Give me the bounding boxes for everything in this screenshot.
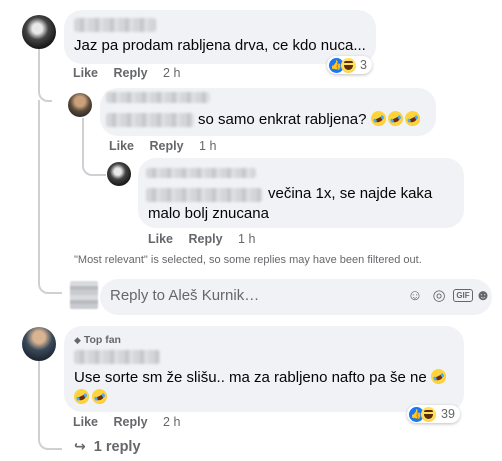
comment-text: Jaz pa prodam rabljena drva, ce kdo nuca… <box>74 37 366 54</box>
reply-input[interactable]: Reply to Aleš Kurnik… ☺ ◎ GIF ☻ <box>100 279 492 315</box>
avatar[interactable] <box>22 327 56 361</box>
view-replies-link[interactable]: ↪ 1 reply <box>74 438 141 455</box>
like-button[interactable]: Like <box>109 139 134 153</box>
camera-icon[interactable]: ◎ <box>430 287 448 305</box>
author-name-redacted[interactable] <box>74 18 156 32</box>
rofl-emoji-icon <box>89 386 110 407</box>
comment-actions: Like Reply 1 h <box>109 139 216 153</box>
reply-placeholder: Reply to Aleš Kurnik… <box>110 287 260 304</box>
mention-redacted[interactable] <box>146 188 262 202</box>
top-fan-badge[interactable]: ◆ Top fan <box>74 334 121 346</box>
reply-button[interactable]: Reply <box>189 232 223 246</box>
comment-text: so samo enkrat rabljena? <box>198 108 423 130</box>
top-fan-icon: ◆ <box>74 335 81 345</box>
haha-reaction-icon <box>421 406 436 422</box>
like-button[interactable]: Like <box>73 66 98 80</box>
sticker-icon[interactable]: ☻ <box>474 287 492 305</box>
rofl-emoji-icon <box>385 108 406 129</box>
comment-emojis <box>71 386 110 408</box>
avatar[interactable] <box>107 162 131 186</box>
rofl-emoji-icon <box>402 108 423 129</box>
gif-icon[interactable]: GIF <box>452 287 474 305</box>
author-name-redacted[interactable] <box>74 350 160 364</box>
timestamp[interactable]: 2 h <box>163 415 180 429</box>
comment-text: Use sorte sm že slišu.. ma za rabljeno n… <box>74 366 449 388</box>
mention-redacted[interactable] <box>106 113 194 127</box>
timestamp[interactable]: 1 h <box>199 139 216 153</box>
like-button[interactable]: Like <box>148 232 173 246</box>
avatar[interactable] <box>22 15 56 49</box>
reply-button[interactable]: Reply <box>150 139 184 153</box>
reaction-summary[interactable]: 👍 39 <box>407 405 460 423</box>
reaction-summary[interactable]: 👍 3 <box>327 56 372 74</box>
emoji-icon[interactable]: ☺ <box>406 287 424 305</box>
reaction-count: 3 <box>360 58 367 72</box>
timestamp[interactable]: 2 h <box>163 66 180 80</box>
haha-reaction-icon <box>341 57 356 73</box>
author-name-redacted[interactable] <box>106 92 210 103</box>
rofl-emoji-icon <box>428 366 449 387</box>
comment-actions: Like Reply 2 h <box>73 66 180 80</box>
reply-button[interactable]: Reply <box>114 415 148 429</box>
comment-actions: Like Reply 2 h <box>73 415 180 429</box>
like-button[interactable]: Like <box>73 415 98 429</box>
thread-line-main-lower <box>38 100 62 294</box>
reaction-count: 39 <box>441 407 455 421</box>
comment-text-line2: malo bolj znucana <box>148 205 269 222</box>
comment-actions: Like Reply 1 h <box>148 232 255 246</box>
thread-line-main <box>38 44 52 102</box>
comment-text-line1: večina 1x, se najde kaka <box>268 185 433 202</box>
filter-notice: "Most relevant" is selected, so some rep… <box>74 254 422 266</box>
timestamp[interactable]: 1 h <box>238 232 255 246</box>
avatar[interactable] <box>68 93 92 117</box>
rofl-emoji-icon <box>368 108 389 129</box>
rofl-emoji-icon <box>71 386 92 407</box>
reply-button[interactable]: Reply <box>114 66 148 80</box>
reply-arrow-icon: ↪ <box>74 438 86 454</box>
author-name-redacted[interactable] <box>146 168 256 178</box>
thread-line-second <box>38 360 62 450</box>
avatar <box>70 281 98 309</box>
